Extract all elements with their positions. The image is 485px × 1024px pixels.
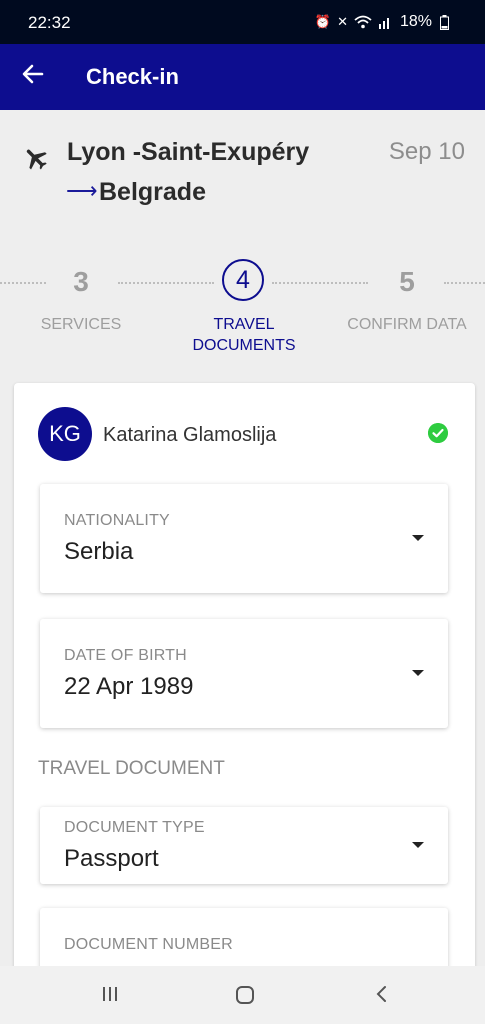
check-circle-icon (428, 423, 448, 443)
back-nav-icon[interactable] (372, 984, 392, 1004)
status-icons: ⏰ ✕ 18% (315, 13, 449, 31)
step-4-current[interactable]: 4 (222, 259, 264, 301)
step-3-number[interactable]: 3 (58, 266, 104, 298)
battery-icon (440, 14, 449, 30)
date-of-birth-dropdown[interactable]: DATE OF BIRTH 22 Apr 1989 (40, 619, 448, 728)
alarm-icon: ⏰ (314, 14, 332, 29)
document-number-label: DOCUMENT NUMBER (64, 936, 233, 953)
dropdown-arrow-icon (412, 670, 424, 676)
checkin-stepper: 3 SERVICES 4 TRAVEL DOCUMENTS 5 CONFIRM … (0, 234, 485, 360)
stepper-connector (444, 282, 485, 284)
date-of-birth-label: DATE OF BIRTH (64, 647, 187, 664)
document-type-label: DOCUMENT TYPE (64, 819, 205, 836)
app-bar: Check-in (0, 44, 485, 110)
passenger-card: KG Katarina Glamoslija NATIONALITY Serbi… (14, 383, 475, 998)
nationality-dropdown[interactable]: NATIONALITY Serbia (40, 484, 448, 593)
flight-date: Sep 10 (388, 138, 465, 165)
status-bar: 22:32 ⏰ ✕ 18% (0, 0, 485, 44)
dropdown-arrow-icon (412, 535, 424, 541)
nationality-value: Serbia (64, 538, 134, 565)
wifi-icon (354, 15, 372, 29)
step-4-label-line2: DOCUMENTS (192, 337, 296, 354)
home-icon[interactable] (234, 984, 256, 1006)
destination-city: Belgrade (99, 178, 206, 206)
document-type-dropdown[interactable]: DOCUMENT TYPE Passport (40, 807, 448, 884)
step-5-number[interactable]: 5 (384, 266, 430, 298)
page-title: Check-in (86, 64, 179, 89)
step-3-label: SERVICES (40, 316, 122, 333)
passenger-name: Katarina Glamoslija (103, 424, 277, 446)
recent-apps-icon[interactable] (100, 984, 120, 1004)
travel-document-heading: TRAVEL DOCUMENT (38, 758, 225, 779)
step-5-label: CONFIRM DATA (347, 316, 467, 333)
dropdown-arrow-icon (412, 842, 424, 848)
flight-route-header: Lyon -Saint-Exupéry ⟶ Belgrade Sep 10 (0, 110, 485, 235)
step-4-label-line1: TRAVEL (213, 316, 275, 333)
back-arrow-icon[interactable] (20, 61, 46, 93)
mute-icon: ✕ (337, 14, 348, 29)
document-type-value: Passport (64, 845, 159, 872)
battery-percent: 18% (399, 13, 432, 30)
nationality-label: NATIONALITY (64, 512, 170, 529)
status-time: 22:32 (28, 13, 71, 32)
airplane-icon (26, 149, 47, 170)
avatar: KG (38, 407, 92, 461)
stepper-connector (0, 282, 46, 284)
date-of-birth-value: 22 Apr 1989 (64, 673, 194, 700)
signal-icon (378, 18, 389, 29)
origin-city: Lyon -Saint-Exupéry (67, 138, 310, 166)
system-navigation-bar (0, 966, 485, 1024)
stepper-connector (272, 282, 368, 284)
route-arrow-icon: ⟶ (66, 178, 98, 203)
stepper-connector (118, 282, 214, 284)
